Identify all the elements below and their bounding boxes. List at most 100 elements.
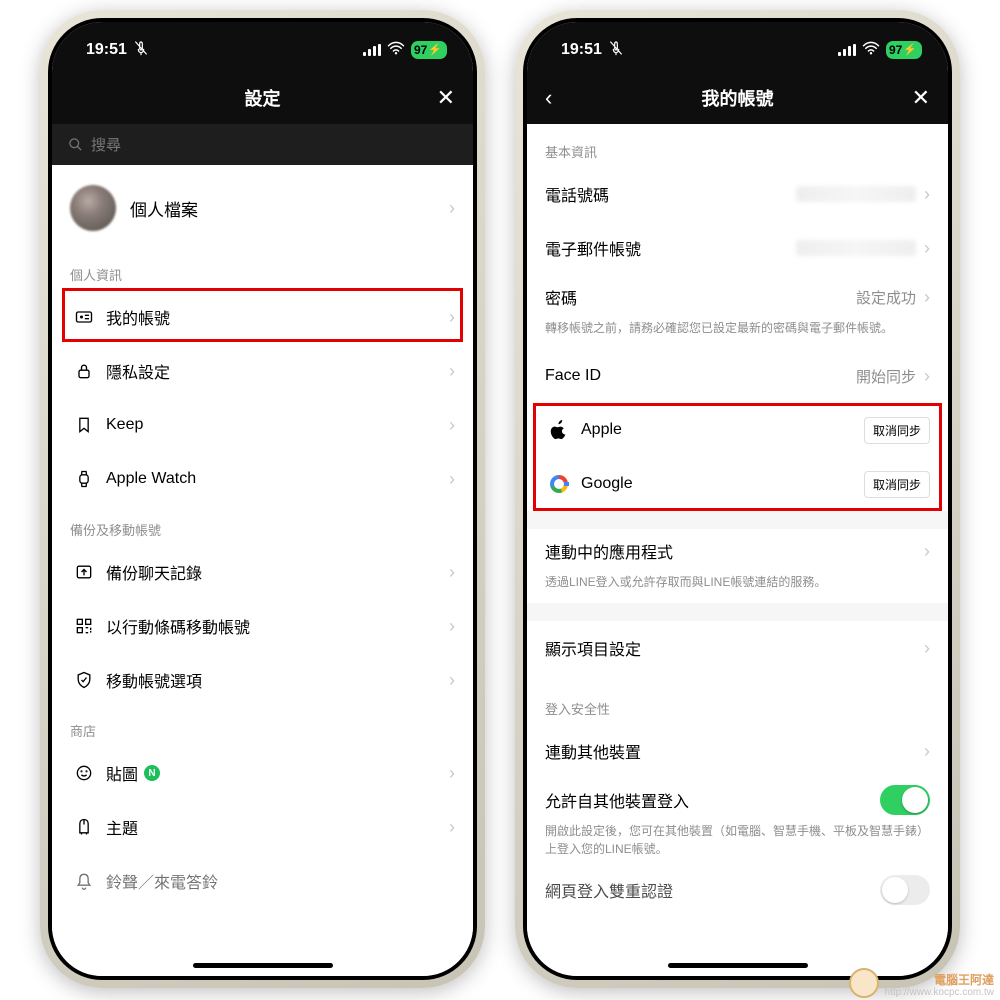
row-privacy[interactable]: 隱私設定 › [52,344,473,398]
nav-bar: 設定 ✕ [52,72,473,124]
watermark: 電腦王阿達 http://www.kocpc.com.tw [885,974,994,998]
nav-title: 設定 [245,85,281,111]
wifi-icon [387,41,405,59]
close-icon[interactable]: ✕ [912,85,930,111]
status-time: 19:51 [561,41,602,59]
label: Keep [106,416,143,434]
settings-content: 個人檔案 › 個人資訊 我的帳號 › [52,165,473,976]
section-basic: 基本資訊 [527,124,948,167]
chevron-right-icon: › [449,469,455,490]
lock-icon [70,361,98,381]
label: Google [581,475,633,493]
row-ringtone[interactable]: 鈴聲／來電答鈴 [52,854,473,908]
chevron-right-icon: › [924,638,930,659]
chevron-right-icon: › [924,541,930,562]
row-move-qr[interactable]: 以行動條碼移動帳號 › [52,599,473,653]
value: 開始同步 [856,366,916,387]
google-icon [545,475,573,493]
chevron-right-icon: › [449,562,455,583]
watermark-url: http://www.kocpc.com.tw [885,987,994,998]
row-keep[interactable]: Keep › [52,398,473,452]
row-web-2fa: 網頁登入雙重認證 [527,870,948,910]
value-blurred [796,240,916,256]
value-blurred [796,186,916,202]
row-email[interactable]: 電子郵件帳號 › [527,221,948,275]
row-move-options[interactable]: 移動帳號選項 › [52,653,473,707]
phone-right: 19:51 97⚡ ‹ 我的帳號 ✕ [515,10,960,988]
section-backup: 備份及移動帳號 [52,506,473,545]
section-security: 登入安全性 [527,675,948,724]
phone-left: 19:51 97⚡ 設定 ✕ 搜尋 [40,10,485,988]
chevron-right-icon: › [449,763,455,784]
chevron-right-icon: › [924,238,930,259]
mute-icon [608,40,624,60]
label: 允許自其他裝置登入 [545,788,689,812]
status-time: 19:51 [86,41,127,59]
label: Face ID [545,367,601,385]
row-phone[interactable]: 電話號碼 › [527,167,948,221]
row-other-devices[interactable]: 連動其他裝置 › [527,724,948,778]
label: 鈴聲／來電答鈴 [106,869,218,893]
new-badge: N [144,765,160,781]
row-apple-watch[interactable]: Apple Watch › [52,452,473,506]
unlink-button[interactable]: 取消同步 [864,417,930,444]
label: 主題 [106,815,138,839]
chevron-right-icon: › [449,616,455,637]
row-display-settings[interactable]: 顯示項目設定 › [527,621,948,675]
chevron-right-icon: › [449,817,455,838]
row-themes[interactable]: 主題 › [52,800,473,854]
home-indicator[interactable] [193,963,333,968]
wifi-icon [862,41,880,59]
battery-badge: 97⚡ [886,41,922,59]
chevron-right-icon: › [924,287,930,308]
search-bar[interactable]: 搜尋 [52,124,473,165]
label: 電話號碼 [545,182,609,206]
bell-icon [70,871,98,891]
row-stickers[interactable]: 貼圖 N › [52,746,473,800]
theme-icon [70,817,98,837]
close-icon[interactable]: ✕ [437,85,455,111]
password-note: 轉移帳號之前，請務必確認您已設定最新的密碼與電子郵件帳號。 [527,319,948,349]
backup-icon [70,562,98,582]
status-bar: 19:51 97⚡ [52,22,473,72]
watermark-name: 電腦王阿達 [934,974,994,987]
row-connected-apps[interactable]: 連動中的應用程式 › [527,529,948,573]
bookmark-icon [70,415,98,435]
toggle-allow-login[interactable] [880,785,930,815]
battery-badge: 97⚡ [411,41,447,59]
nav-bar: ‹ 我的帳號 ✕ [527,72,948,124]
label: 網頁登入雙重認證 [545,878,673,902]
label: 隱私設定 [106,359,170,383]
row-backup-chat[interactable]: 備份聊天記錄 › [52,545,473,599]
label: 移動帳號選項 [106,668,202,692]
label: 我的帳號 [106,305,170,329]
shield-check-icon [70,670,98,690]
status-bar: 19:51 97⚡ [527,22,948,72]
label: Apple [581,421,622,439]
chevron-right-icon: › [924,741,930,762]
row-allow-other-login: 允許自其他裝置登入 [527,778,948,822]
toggle-web-2fa[interactable] [880,875,930,905]
avatar [70,185,116,231]
chevron-right-icon: › [449,198,455,219]
connected-apps-note: 透過LINE登入或允許存取而與LINE帳號連結的服務。 [527,573,948,603]
row-apple[interactable]: Apple 取消同步 [527,403,948,457]
row-password[interactable]: 密碼 設定成功 › [527,275,948,319]
row-profile[interactable]: 個人檔案 › [52,165,473,251]
label: 密碼 [545,285,577,309]
row-faceid[interactable]: Face ID 開始同步 › [527,349,948,403]
label: 顯示項目設定 [545,636,641,660]
nav-title: 我的帳號 [702,85,774,111]
row-google[interactable]: Google 取消同步 [527,457,948,511]
chevron-right-icon: › [449,307,455,328]
cell-signal-icon [363,44,381,56]
home-indicator[interactable] [668,963,808,968]
watch-icon [70,469,98,489]
unlink-button[interactable]: 取消同步 [864,471,930,498]
row-my-account[interactable]: 我的帳號 › [52,290,473,344]
qr-icon [70,616,98,636]
chevron-right-icon: › [924,366,930,387]
search-placeholder: 搜尋 [91,134,121,155]
label: 電子郵件帳號 [545,236,641,260]
back-icon[interactable]: ‹ [545,85,552,111]
